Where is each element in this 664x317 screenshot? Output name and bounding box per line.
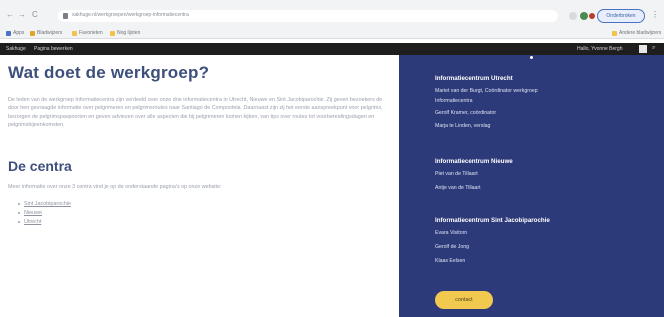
extension-icon[interactable] [569, 12, 577, 20]
folder-icon [612, 30, 617, 36]
centra-intro: Meer informatie over onze 3 centra vind … [8, 183, 222, 190]
browser-toolbar: ← → C sakhuge.nl/werkgroepen/werkgroep-i… [0, 0, 664, 29]
intro-paragraph: De leden van de werkgroep Informatiecent… [8, 97, 383, 129]
group-member: Gerolf de Jong [435, 244, 470, 250]
bookmark-bladwijzers[interactable]: Bladwijzers [30, 30, 62, 36]
group-member: Gerolf Kramer, coördinator [435, 110, 497, 116]
list-item: Sint Jacobiparochie [18, 200, 400, 209]
group-title-sint-jacobiparochie: Informatiecentrum Sint Jacobiparochie [435, 217, 550, 224]
avatar[interactable] [639, 45, 647, 53]
decorative-dot [530, 56, 533, 59]
back-icon[interactable]: ← [6, 11, 14, 19]
contact-sidebar: Informatiecentrum Utrecht Mariet van der… [399, 55, 664, 317]
section-title-centra: De centra [8, 157, 72, 174]
apps-icon [6, 30, 11, 36]
reload-icon[interactable]: C [32, 11, 38, 19]
group-member: Informatiecentra [435, 98, 473, 104]
group-member: Marja te Linden, verslag [435, 123, 491, 129]
bookmark-nog-lijsten[interactable]: Nog lijsten [110, 30, 140, 36]
group-title-nieuwe: Informatiecentrum Nieuwe [435, 158, 513, 165]
folder-icon [72, 30, 77, 36]
link-nieuwe[interactable]: Nieuwe [24, 209, 42, 218]
main-content: Wat doet de werkgroep? De leden van de w… [8, 63, 400, 227]
bookmark-other[interactable]: Andere bladwijzers [612, 30, 661, 36]
extension-icon-green[interactable] [580, 12, 588, 20]
bullet-icon [18, 203, 20, 206]
group-title-utrecht: Informatiecentrum Utrecht [435, 75, 513, 82]
group-member: Mariet van der Burgt, Coördinator werkgr… [435, 88, 538, 94]
star-icon [30, 30, 35, 36]
link-sint-jacobiparochie[interactable]: Sint Jacobiparochie [24, 200, 71, 209]
group-member: Klaas Eelsen [435, 258, 466, 264]
bookmarks-bar: Apps Bladwijzers Favorieten Nog lijsten … [0, 29, 664, 39]
edit-page-link[interactable]: Pagina bewerken [34, 46, 73, 52]
lock-icon [63, 13, 68, 19]
contact-button[interactable]: contact [435, 291, 493, 309]
search-icon[interactable]: ⌕ [652, 45, 655, 52]
link-utrecht[interactable]: Utrecht [24, 218, 41, 227]
url-text: sakhuge.nl/werkgroepen/werkgroep-informa… [72, 12, 189, 18]
list-item: Utrecht [18, 218, 400, 227]
profile-button[interactable]: Onderbroken [597, 9, 645, 23]
list-item: Nieuwe [18, 209, 400, 218]
group-member: Evara Visitorn [435, 230, 468, 236]
folder-icon [110, 30, 115, 36]
browser-menu-icon[interactable]: ⋮ [651, 10, 659, 19]
group-member: Piet van de Tillaart [435, 171, 478, 177]
bullet-icon [18, 212, 20, 215]
page-title: Wat doet de werkgroep? [8, 63, 210, 82]
bookmark-apps[interactable]: Apps [6, 30, 24, 36]
site-home-link[interactable]: Sakhuge [6, 46, 26, 52]
address-bar[interactable]: sakhuge.nl/werkgroepen/werkgroep-informa… [58, 10, 558, 22]
site-admin-bar: Sakhuge Pagina bewerken Hallo, Yvonne Be… [0, 43, 664, 55]
group-member: Antje van de Tillaart [435, 185, 481, 191]
extension-icon-red[interactable] [589, 13, 595, 19]
user-greeting[interactable]: Hallo, Yvonne Bergh [577, 46, 623, 52]
bookmark-favorieten[interactable]: Favorieten [72, 30, 103, 36]
bullet-icon [18, 221, 20, 224]
forward-icon[interactable]: → [18, 11, 26, 19]
centra-link-list: Sint Jacobiparochie Nieuwe Utrecht [18, 200, 400, 227]
